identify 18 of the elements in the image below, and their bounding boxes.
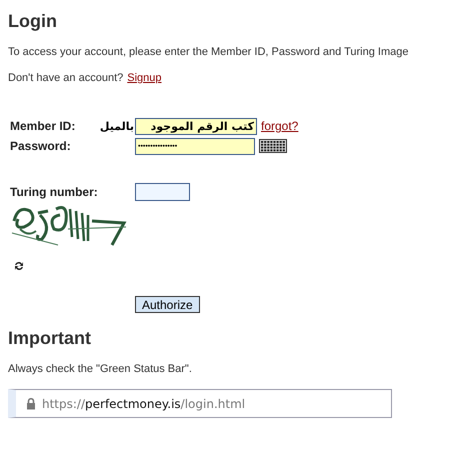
member-id-label: Member ID: (10, 119, 76, 133)
authorize-button[interactable]: Authorize (135, 296, 200, 313)
refresh-icon[interactable] (14, 261, 24, 271)
section-heading: Important (8, 327, 92, 349)
arabic-text: بالميل (100, 120, 135, 132)
turing-label: Turing number: (10, 185, 99, 199)
url-text: https://perfectmoney.is/login.html (42, 396, 246, 410)
signup-link[interactable]: Signup (127, 72, 162, 84)
signup-prompt: Don't have an account? (8, 72, 124, 84)
turing-field[interactable] (135, 183, 190, 201)
member-id-field[interactable]: كتب الرقم الموجود (135, 118, 257, 134)
password-label: Password: (10, 139, 72, 153)
keyboard-icon[interactable] (259, 139, 287, 153)
forgot-link[interactable]: forgot? (261, 119, 298, 133)
intro-text: To access your account, please enter the Member ID, Password and Turing Image (8, 46, 410, 58)
page-heading: Login (8, 10, 58, 32)
lock-icon (26, 398, 36, 410)
status-bar-note: Always check the "Green Status Bar". (8, 363, 193, 375)
